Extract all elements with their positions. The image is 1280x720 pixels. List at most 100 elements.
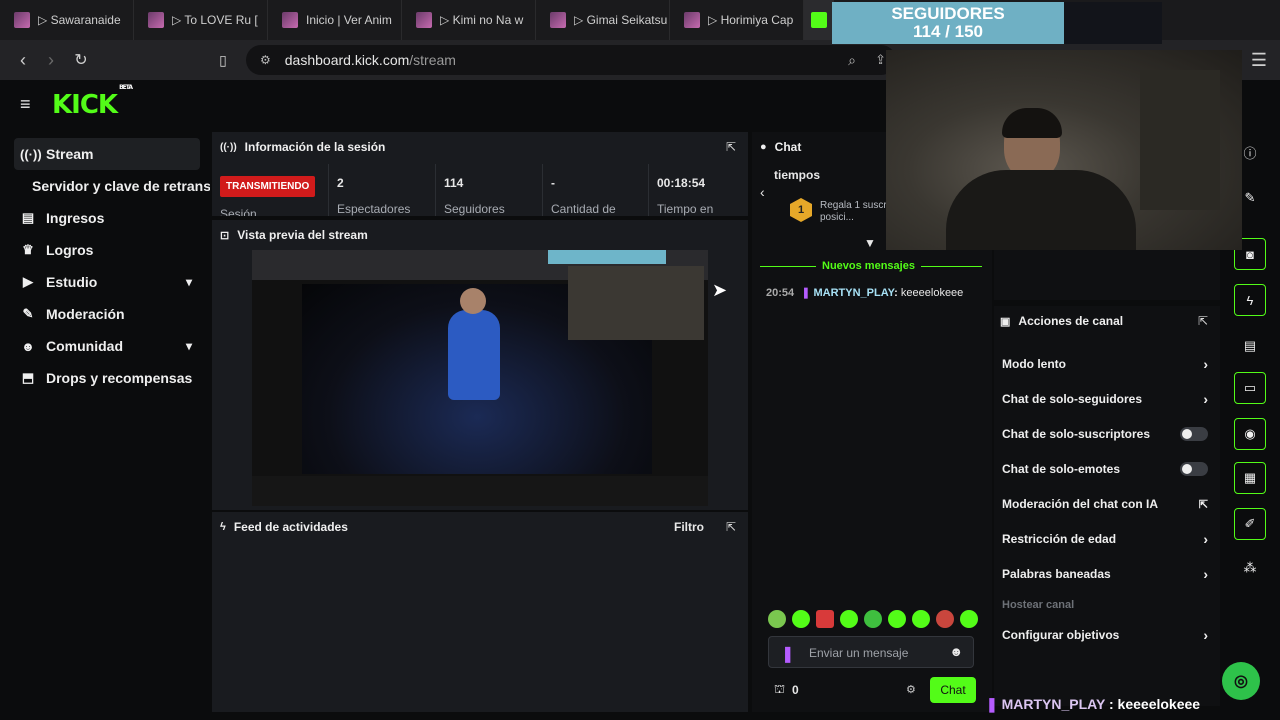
sidebar-item-label: Servidor y clave de retransmisión (32, 178, 210, 194)
chat-message: 20:54 ❚ MARTYN_PLAY: keeeelokeee (766, 287, 964, 299)
filter-icon[interactable]: ▼ (864, 236, 876, 250)
stat-viewers: 2 Espectadores (328, 164, 435, 216)
sidebar-item-ingresos[interactable]: ▤ Ingresos (14, 202, 200, 234)
sidebar-item-drops[interactable]: ⬒ Drops y recompensas (14, 362, 200, 394)
sidebar-item-comunidad[interactable]: ☻ Comunidad ▾ (14, 330, 200, 362)
site-settings-icon[interactable]: ⚙ (260, 53, 271, 67)
browser-tab[interactable]: ▷ Kimi no Na w (402, 0, 536, 40)
sidebar-item-logros[interactable]: ♛ Logros (14, 234, 200, 266)
right-panel-top (994, 250, 1220, 300)
subscribers-only-toggle[interactable] (1180, 427, 1208, 441)
browser-tab[interactable]: Inicio | Ver Anim (268, 0, 402, 40)
emotes-only-toggle[interactable] (1180, 462, 1208, 476)
emote-icon[interactable] (960, 610, 978, 628)
bookmark-icon[interactable]: ▯ (208, 45, 238, 75)
chevron-left-icon[interactable]: ‹ (760, 184, 765, 200)
feed-panel-header: ϟ Feed de actividades (212, 512, 748, 542)
chevron-right-icon: › (1203, 627, 1208, 643)
browser-tab[interactable]: ▷ Gimai Seikatsu (536, 0, 670, 40)
tab-favicon-icon (14, 12, 30, 28)
chat-input-placeholder: Enviar un mensaje (809, 646, 909, 660)
popout-icon[interactable]: ⇱ (726, 520, 736, 534)
emote-bar (768, 610, 978, 628)
browser-tab[interactable]: ▷ Horimiya Cap (670, 0, 804, 40)
message-username[interactable]: MARTYN_PLAY (813, 287, 894, 299)
action-banned-words[interactable]: Palabras baneadas › (1002, 559, 1214, 589)
layout-icon[interactable]: ▦ (1234, 462, 1266, 494)
sidebar-item-estudio[interactable]: ▶ Estudio ▾ (14, 266, 200, 298)
emote-icon[interactable] (840, 610, 858, 628)
address-bar[interactable]: ⚙ dashboard.kick.com/stream ⌕ ⇪ (246, 45, 896, 75)
emoji-icon[interactable]: ☻ (949, 644, 963, 659)
emote-icon[interactable] (888, 610, 906, 628)
mic-icon: ❚ (781, 646, 795, 663)
stat-amount: - Cantidad de (542, 164, 648, 216)
action-followers-only[interactable]: Chat de solo-seguidores › (1002, 384, 1214, 414)
emote-icon[interactable] (912, 610, 930, 628)
action-configure-goals[interactable]: Configurar objetivos › (1002, 620, 1214, 650)
goal-count: 114 / 150 (913, 22, 983, 41)
document-icon[interactable]: ▤ (1234, 330, 1266, 362)
emote-icon[interactable] (936, 610, 954, 628)
gift-rank-badge: 1 (790, 198, 812, 222)
feed-filter-button[interactable]: Filtro (674, 520, 704, 534)
webcam-background-door (1140, 70, 1220, 210)
action-label: Hostear canal (1002, 599, 1075, 611)
browser-menu-icon[interactable]: ☰ (1244, 45, 1274, 75)
chat-input[interactable]: ❚ Enviar un mensaje ☻ (768, 636, 974, 668)
share-icon[interactable]: ⇪ (875, 52, 886, 68)
reload-icon[interactable]: ↻ (66, 45, 96, 75)
sidebar-item-server-key[interactable]: Servidor y clave de retransmisión (14, 170, 210, 202)
sidebar-item-moderacion[interactable]: ✎ Moderación (14, 298, 200, 330)
store-icon[interactable]: ⛫ (774, 682, 785, 698)
action-label: Configurar objetivos (1002, 628, 1120, 642)
popout-icon[interactable]: ⇱ (1198, 314, 1208, 328)
tab-favicon-icon (416, 12, 432, 28)
action-age-restriction[interactable]: Restricción de edad › (1002, 524, 1214, 554)
sidebar-item-label: Moderación (46, 306, 125, 322)
popout-icon[interactable]: ⇱ (726, 140, 736, 154)
zoom-icon[interactable]: ⌕ (848, 52, 856, 69)
emote-icon[interactable] (792, 610, 810, 628)
emote-icon[interactable] (768, 610, 786, 628)
stat-time: 00:18:54 Tiempo en (648, 164, 748, 216)
chat-settings-icon[interactable]: ⚙ (906, 683, 916, 696)
broadcast-icon[interactable]: ◉ (1234, 418, 1266, 450)
mouse-cursor-icon: ➤ (712, 280, 728, 300)
preview-panel-header: ⊡ Vista previa del stream (212, 220, 748, 250)
lightning-icon[interactable]: ϟ (1234, 284, 1266, 316)
kick-logo[interactable]: KICKBETA (52, 84, 133, 120)
video-icon: ▶ (23, 274, 33, 289)
emote-icon[interactable] (864, 610, 882, 628)
browser-tab[interactable]: ▷ To LOVE Ru [ (134, 0, 268, 40)
preview-figure-head (460, 288, 486, 314)
stream-preview-video[interactable] (252, 250, 708, 506)
browser-tab-active[interactable] (804, 0, 834, 40)
webcam-overlay (886, 50, 1242, 250)
stat-label: Espectadores (337, 202, 411, 216)
apps-icon[interactable]: ⁂ (1234, 552, 1266, 584)
preview-player-controls (252, 476, 708, 506)
action-slow-mode[interactable]: Modo lento › (1002, 349, 1214, 379)
back-arrow-icon[interactable]: ‹ (8, 45, 38, 75)
support-headset-icon[interactable]: ◎ (1222, 662, 1260, 700)
hamburger-menu-icon[interactable]: ≡ (20, 94, 31, 115)
chevron-right-icon: › (1203, 391, 1208, 407)
follower-goal-remaining (1064, 2, 1162, 44)
sidebar-item-stream[interactable]: ((·)) Stream (14, 138, 200, 170)
forward-arrow-icon[interactable]: › (36, 45, 66, 75)
broadcast-icon: ((·)) (20, 146, 42, 162)
mic-badge-icon: ❚ (986, 696, 998, 712)
tab-label: Inicio | Ver Anim (306, 13, 392, 27)
action-label: Chat de solo-seguidores (1002, 392, 1143, 406)
browser-tab[interactable]: ▷ Sawaranaide (0, 0, 134, 40)
chat-title: Chat (774, 140, 802, 154)
chat-icon[interactable]: ▭ (1234, 372, 1266, 404)
chevron-right-icon: › (1203, 531, 1208, 547)
preview-figure (448, 310, 500, 400)
actions-header: ▣ Acciones de canal (994, 306, 1220, 336)
chat-send-button[interactable]: Chat (930, 677, 976, 703)
emote-icon[interactable] (816, 610, 834, 628)
action-ai-moderation[interactable]: Moderación del chat con IA ⇱ (1002, 489, 1214, 519)
wrench-icon[interactable]: ✐ (1234, 508, 1266, 540)
